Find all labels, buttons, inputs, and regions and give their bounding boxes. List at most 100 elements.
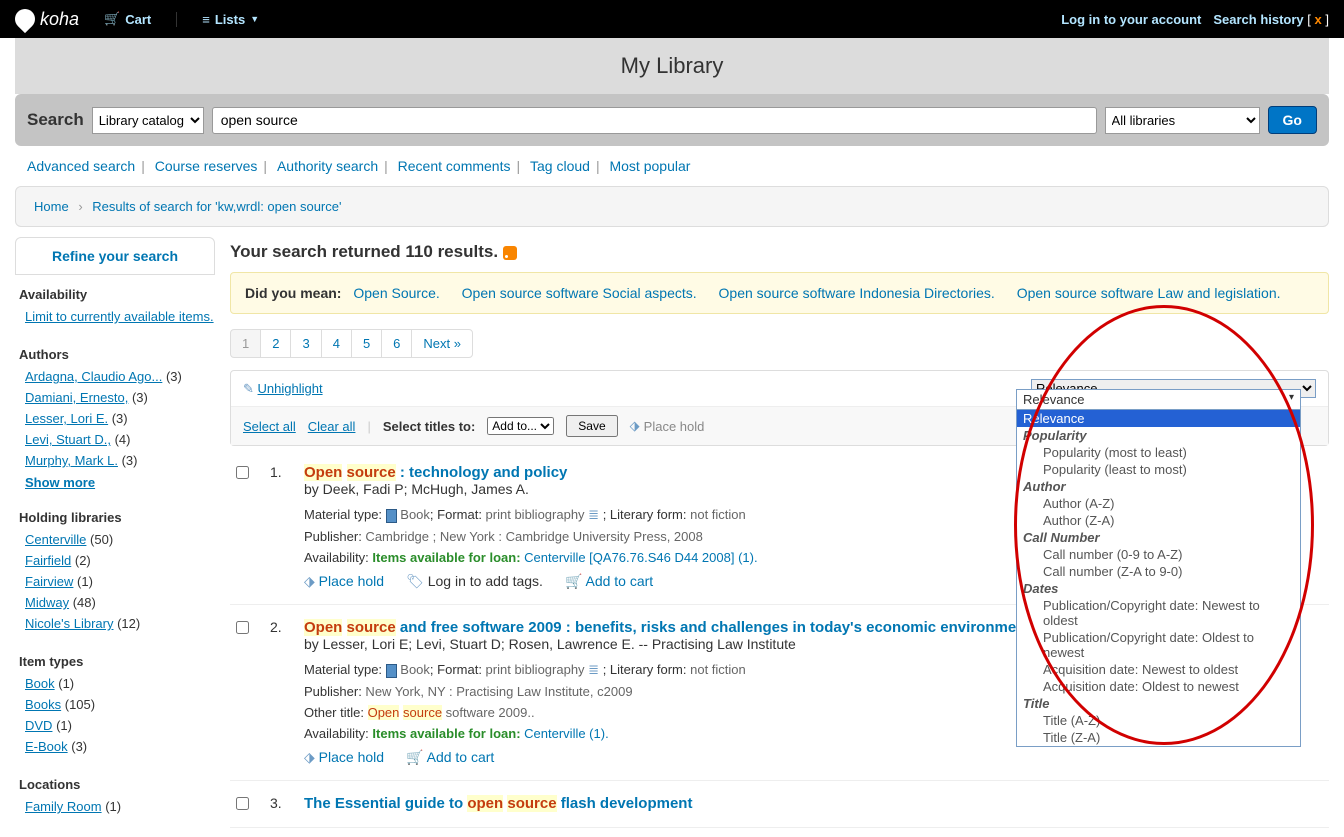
book-icon (386, 509, 397, 523)
separator: | (367, 419, 370, 434)
breadcrumb-current[interactable]: Results of search for 'kw,wrdl: open sou… (92, 199, 341, 214)
result-title-link[interactable]: The Essential guide to open source flash… (304, 795, 692, 812)
sort-option[interactable]: Publication/Copyright date: Oldest to ne… (1017, 629, 1300, 661)
facet-link[interactable]: Damiani, Ernesto, (25, 390, 128, 405)
page-item[interactable]: 3 (290, 329, 321, 358)
sort-option[interactable]: Author (A-Z) (1017, 495, 1300, 512)
sort-option[interactable]: Title (Z-A) (1017, 729, 1300, 746)
sort-option[interactable]: Popularity (least to most) (1017, 461, 1300, 478)
place-hold-link[interactable]: ⬗ Place hold (304, 573, 384, 590)
facet-link[interactable]: Ardagna, Claudio Ago... (25, 369, 162, 384)
result-checkbox[interactable] (236, 466, 249, 479)
catalog-type-select[interactable]: Library catalog (92, 107, 204, 134)
advanced-search-link[interactable]: Advanced search (27, 158, 135, 174)
show-more-link[interactable]: Show more (25, 475, 95, 490)
facet-link[interactable]: Limit to currently available items. (25, 309, 214, 324)
sort-option[interactable]: Call number (0-9 to A-Z) (1017, 546, 1300, 563)
result-checkbox[interactable] (236, 621, 249, 634)
facet-title: Holding libraries (15, 506, 215, 529)
authority-search-link[interactable]: Authority search (277, 158, 378, 174)
facet-title: Availability (15, 283, 215, 306)
place-hold-link[interactable]: ⬗ Place hold (304, 749, 384, 766)
facet-item: Ardagna, Claudio Ago... (3) (25, 366, 215, 387)
cart-icon: 🛒 (406, 749, 423, 765)
cart-link[interactable]: 🛒 Cart (104, 11, 151, 27)
sort-option[interactable]: Acquisition date: Newest to oldest (1017, 661, 1300, 678)
unhighlight-link[interactable]: Unhighlight (258, 381, 323, 396)
breadcrumb-home[interactable]: Home (34, 199, 69, 214)
search-history-link[interactable]: Search history (1213, 12, 1303, 27)
add-to-cart-link[interactable]: 🛒 Add to cart (565, 573, 653, 590)
sort-group-header: Author (1017, 478, 1300, 495)
result-checkbox[interactable] (236, 797, 249, 810)
result-item: 3.The Essential guide to open source fla… (230, 781, 1329, 828)
rss-icon[interactable] (503, 246, 517, 260)
page-item[interactable]: 2 (260, 329, 291, 358)
most-popular-link[interactable]: Most popular (609, 158, 690, 174)
logo-icon (11, 5, 39, 33)
add-to-cart-link[interactable]: 🛒 Add to cart (406, 749, 494, 766)
facet-link[interactable]: Fairfield (25, 553, 71, 568)
facet-link[interactable]: Fairview (25, 574, 73, 589)
save-button[interactable]: Save (566, 415, 617, 437)
facet-link[interactable]: E-Book (25, 739, 68, 754)
suggestion-link[interactable]: Open source software Social aspects. (462, 285, 697, 301)
page-item: 1 (230, 329, 261, 358)
facet-link[interactable]: Book (25, 676, 55, 691)
lists-icon: ≡ (202, 12, 210, 27)
sort-option[interactable]: Call number (Z-A to 9-0) (1017, 563, 1300, 580)
koha-logo[interactable]: koha (15, 9, 79, 30)
sort-option[interactable]: Acquisition date: Oldest to newest (1017, 678, 1300, 695)
clear-history-link[interactable]: x (1315, 12, 1322, 27)
facet-item: Nicole's Library (12) (25, 613, 215, 634)
login-tags-text: 🏷 Log in to add tags. (406, 573, 543, 590)
place-hold-toolbar[interactable]: ⬗ Place hold (630, 418, 705, 434)
library-select[interactable]: All libraries (1105, 107, 1260, 134)
suggestion-link[interactable]: Open source software Indonesia Directori… (719, 285, 995, 301)
facet-item: Fairview (1) (25, 571, 215, 592)
page-item[interactable]: 6 (381, 329, 412, 358)
facet-link[interactable]: Family Room (25, 799, 102, 814)
tag-cloud-link[interactable]: Tag cloud (530, 158, 590, 174)
facet-count: (1) (73, 574, 93, 589)
search-go-button[interactable]: Go (1268, 106, 1317, 134)
search-input[interactable] (212, 107, 1097, 134)
facet-title: Authors (15, 343, 215, 366)
sort-option-relevance[interactable]: Relevance (1017, 410, 1300, 427)
add-to-select[interactable]: Add to... (487, 417, 554, 435)
recent-comments-link[interactable]: Recent comments (398, 158, 511, 174)
result-title-link[interactable]: Open source and free software 2009 : ben… (304, 619, 1030, 636)
lists-dropdown[interactable]: ≡ Lists ▼ (176, 12, 259, 27)
page-item[interactable]: 4 (321, 329, 352, 358)
cart-icon: 🛒 (104, 11, 120, 27)
suggestion-link[interactable]: Open Source. (353, 285, 439, 301)
facet-link[interactable]: Levi, Stuart D., (25, 432, 111, 447)
login-link[interactable]: Log in to your account (1061, 12, 1201, 27)
sort-current-value[interactable]: Relevance ▾ (1017, 390, 1300, 410)
summary-suffix: results. (433, 242, 498, 261)
facet-link[interactable]: Nicole's Library (25, 616, 113, 631)
sort-option[interactable]: Popularity (most to least) (1017, 444, 1300, 461)
clear-all-link[interactable]: Clear all (308, 419, 356, 434)
sort-option[interactable]: Publication/Copyright date: Newest to ol… (1017, 597, 1300, 629)
cart-icon: 🛒 (565, 573, 582, 589)
facet-link[interactable]: Centerville (25, 532, 86, 547)
facet-item: DVD (1) (25, 715, 215, 736)
suggestion-link[interactable]: Open source software Law and legislation… (1017, 285, 1281, 301)
page-item[interactable]: Next » (411, 329, 473, 358)
facet-link[interactable]: Books (25, 697, 61, 712)
select-all-link[interactable]: Select all (243, 419, 296, 434)
sort-dropdown-open[interactable]: Relevance ▾ Relevance PopularityPopulari… (1016, 389, 1301, 747)
facet-link[interactable]: Midway (25, 595, 69, 610)
facet-link[interactable]: Lesser, Lori E. (25, 411, 108, 426)
page-item[interactable]: 5 (351, 329, 382, 358)
facet-link[interactable]: Murphy, Mark L. (25, 453, 118, 468)
result-title-link[interactable]: Open source : technology and policy (304, 464, 567, 481)
course-reserves-link[interactable]: Course reserves (155, 158, 258, 174)
highlight-icon: ✎ (243, 381, 254, 396)
sort-option[interactable]: Title (A-Z) (1017, 712, 1300, 729)
sort-option[interactable]: Author (Z-A) (1017, 512, 1300, 529)
facet-link[interactable]: DVD (25, 718, 52, 733)
search-history-wrap: Search history [ x ] (1213, 12, 1329, 27)
sort-group-header: Call Number (1017, 529, 1300, 546)
